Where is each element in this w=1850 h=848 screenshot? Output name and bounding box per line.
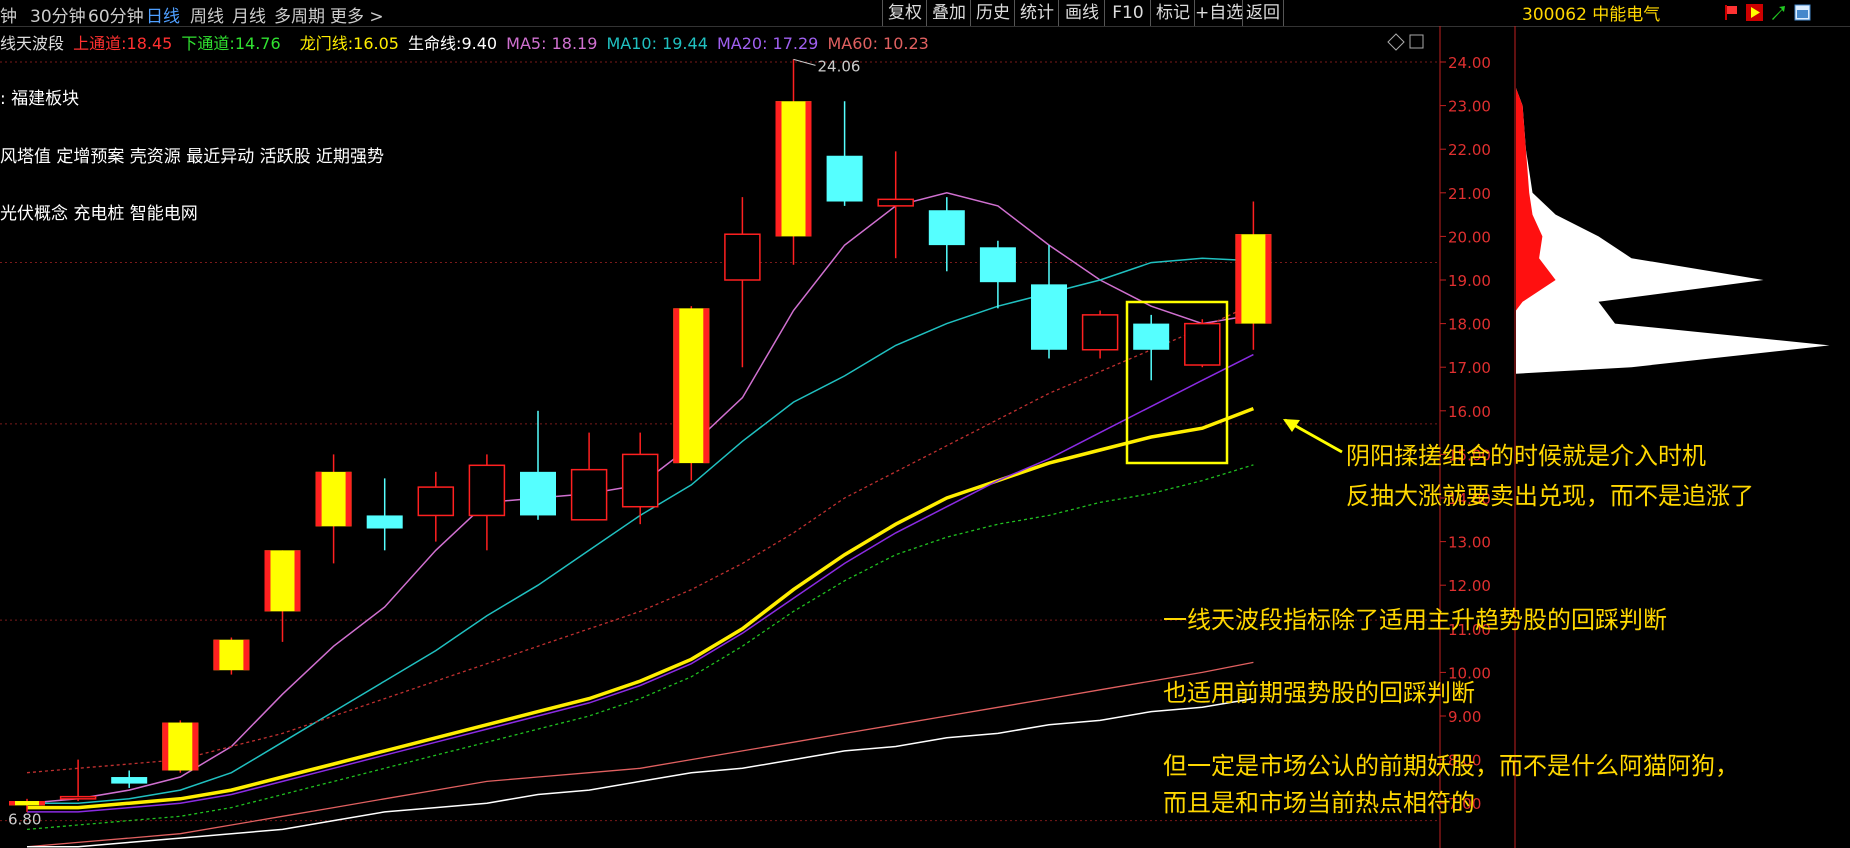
y-tick-label: 12.00: [1448, 577, 1491, 595]
candle-up: [468, 454, 506, 551]
candle-down: [520, 410, 556, 520]
annotation-sell-on-rally: 反抽大涨就要卖出兑现，而不是追涨了: [1346, 482, 1754, 510]
candle-edge: [805, 101, 812, 237]
annotation-entry-timing: 阴阳揉搓组合的时候就是介入时机: [1346, 442, 1706, 470]
series-line-MA20: [27, 353, 1254, 813]
candle-up: [673, 306, 710, 481]
candle-up: [1235, 201, 1272, 350]
candle-edge: [345, 471, 352, 527]
candle-up: [315, 454, 352, 564]
candle-edge: [315, 471, 322, 527]
candle-down: [928, 197, 965, 272]
candle-down: [111, 770, 148, 788]
candle-up: [775, 59, 812, 265]
series-line-MA60: [26, 661, 1254, 848]
candle-edge: [1265, 234, 1272, 324]
candle-up: [724, 197, 761, 368]
candle-body: [570, 468, 608, 521]
candle-up: [213, 637, 250, 675]
candle-edge: [192, 722, 199, 771]
candle-body: [520, 471, 556, 516]
candle-up: [570, 432, 608, 521]
kline-chart[interactable]: 24.00 23.00 22.00 21.00 20.00 19.00 18.00 17.00…: [0, 0, 1850, 848]
candle-edge: [1235, 234, 1242, 324]
y-tick-label: 16.00: [1448, 403, 1491, 421]
candle-edge: [213, 639, 220, 671]
candle-edge: [243, 639, 250, 671]
y-tick-label: 17.00: [1448, 359, 1491, 377]
candle-body: [1184, 322, 1221, 366]
candle-down: [979, 240, 1016, 309]
candle-down: [826, 101, 863, 206]
candle-body: [724, 233, 761, 281]
annotation-indicator-usage: 一线天波段指标除了适用主升趋势股的回踩判断: [1163, 606, 1667, 634]
diamond-icon: [1387, 33, 1405, 51]
y-tick-label: 24.00: [1448, 54, 1491, 72]
candle-body: [621, 453, 659, 508]
y-tick-label: 22.00: [1448, 141, 1491, 159]
candle-up: [621, 432, 659, 525]
candle-body: [877, 198, 914, 207]
max-price-label: 24.06: [818, 57, 861, 75]
candle-body: [1031, 284, 1067, 350]
y-tick-label: 19.00: [1448, 272, 1491, 290]
candle-body: [826, 155, 863, 202]
volume-profile-total: [1516, 88, 1830, 374]
y-tick-label: 13.00: [1448, 534, 1491, 552]
y-tick-label: 20.00: [1448, 228, 1491, 246]
candle-edge: [264, 550, 271, 612]
series-line-MA10: [27, 257, 1254, 804]
min-price-label: 6.80: [8, 811, 41, 829]
candle-body: [468, 464, 506, 517]
candle-up: [264, 550, 301, 642]
candle-down: [1133, 314, 1170, 381]
candle-body: [1133, 323, 1170, 350]
y-tick-label: 23.00: [1448, 98, 1491, 116]
candle-edge: [294, 550, 301, 612]
candle-up: [1081, 310, 1119, 359]
candle-edge: [673, 308, 680, 464]
candle-body: [979, 247, 1016, 283]
annotation-hot-topics: 而且是和市场当前热点相符的: [1163, 789, 1475, 817]
y-tick-label: 21.00: [1448, 185, 1491, 203]
candle-edge: [703, 308, 710, 464]
series-line-生命线: [27, 697, 1254, 848]
candle-body: [928, 210, 965, 246]
candle-up: [417, 471, 455, 542]
candle-body: [1081, 314, 1119, 351]
y-tick-label: 18.00: [1448, 316, 1491, 334]
candle-body: [59, 795, 97, 800]
panel-icon: [1409, 34, 1424, 49]
candle-down: [366, 478, 403, 551]
annotation-recognized-stocks: 但一定是市场公认的前期妖股，而不是什么阿猫阿狗，: [1163, 752, 1739, 780]
candle-up: [1184, 319, 1221, 368]
candle-edge: [39, 801, 45, 806]
annotation-strong-stocks: 也适用前期强势股的回踩判断: [1163, 679, 1475, 707]
candle-up: [162, 720, 199, 773]
y-tick-label: 9.00: [1448, 708, 1481, 726]
candle-body: [417, 486, 455, 517]
candle-body: [111, 777, 148, 784]
candle-body: [366, 515, 403, 529]
candle-edge: [162, 722, 169, 771]
candle-edge: [775, 101, 782, 237]
candle-up: [877, 151, 914, 259]
candle-edge: [9, 801, 15, 806]
candle-up: [59, 759, 97, 802]
series-line-上通道: [26, 303, 1254, 774]
